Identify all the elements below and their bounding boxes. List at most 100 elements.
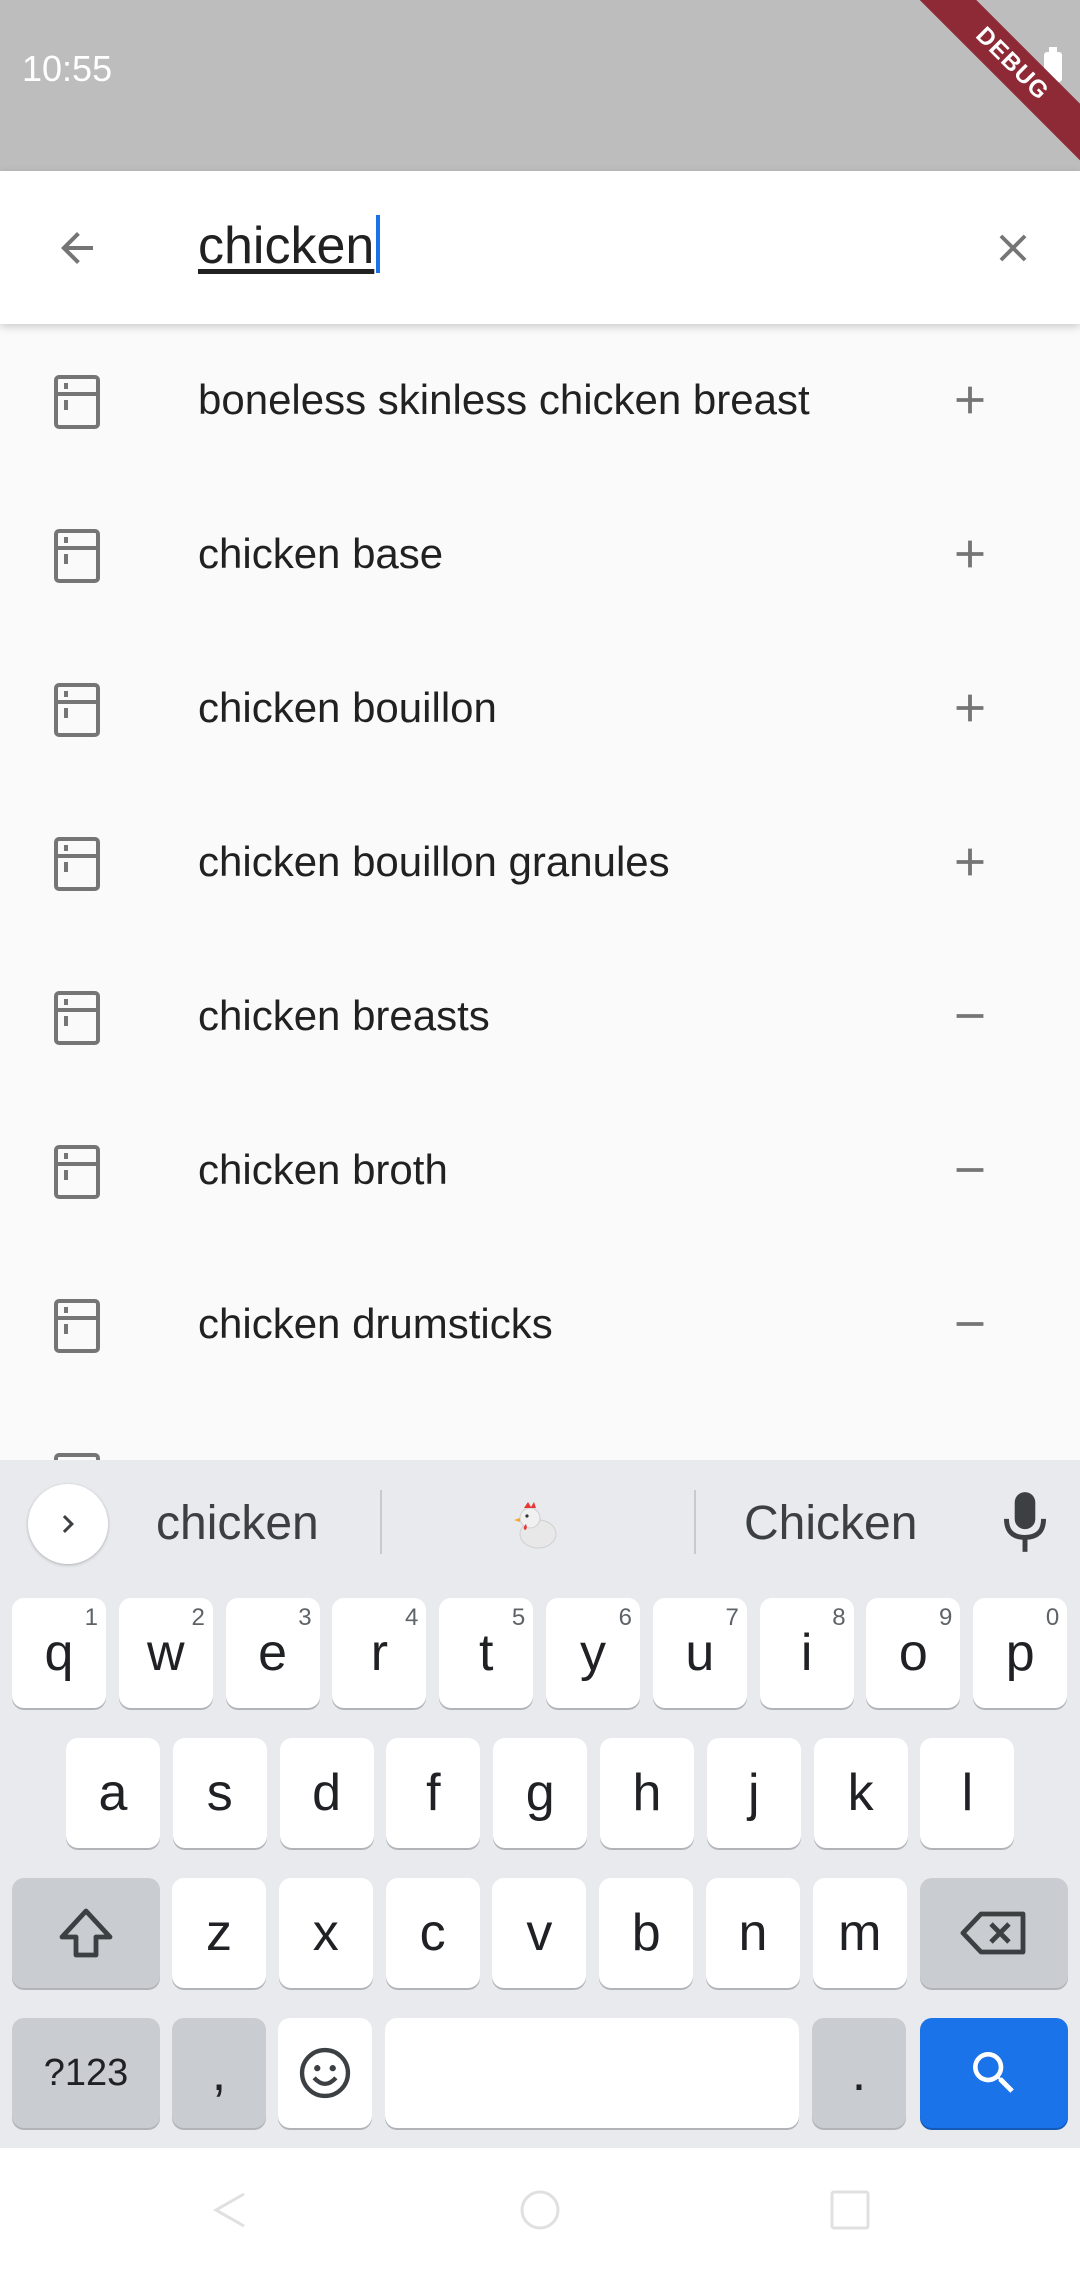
key-label: n <box>738 1904 768 1962</box>
key-label: w <box>147 1624 185 1682</box>
debug-banner: DEBUG <box>905 0 1080 171</box>
key-r[interactable]: r4 <box>332 1598 427 1708</box>
key-hint: 3 <box>298 1604 312 1631</box>
result-row[interactable]: chicken base <box>0 478 1080 632</box>
add-item-button[interactable] <box>940 524 1000 584</box>
keyboard: chicken Chicken q1w2e3r4t5y6u7i8o9p0asdf… <box>0 1460 1080 2148</box>
key-hint: 8 <box>832 1604 846 1631</box>
key-d[interactable]: d <box>279 1738 374 1848</box>
key-y[interactable]: y6 <box>546 1598 640 1708</box>
result-row[interactable]: boneless skinless chicken breast <box>0 324 1080 478</box>
key-b[interactable]: b <box>599 1878 694 1988</box>
key-label: v <box>526 1904 553 1962</box>
key-label: f <box>426 1764 441 1822</box>
result-label: chicken broth <box>198 1146 448 1193</box>
add-item-button[interactable] <box>940 370 1000 430</box>
remove-item-button[interactable] <box>940 986 1000 1046</box>
chicken-emoji-icon[interactable] <box>506 1496 566 1556</box>
emoji-key[interactable] <box>278 2018 372 2128</box>
key-hint: 4 <box>405 1604 419 1631</box>
key-i[interactable]: i8 <box>759 1598 854 1708</box>
key-m[interactable]: m <box>812 1878 907 1988</box>
clear-search-button[interactable] <box>976 211 1050 285</box>
shift-key[interactable] <box>12 1878 160 1988</box>
fridge-icon <box>54 837 100 891</box>
suggestion-2[interactable]: Chicken <box>744 1496 917 1551</box>
key-label: d <box>312 1764 342 1822</box>
key-hint: 9 <box>939 1604 953 1631</box>
key-h[interactable]: h <box>600 1738 694 1848</box>
close-icon <box>999 234 1027 262</box>
result-row[interactable]: chicken drumsticks <box>0 1248 1080 1402</box>
mic-icon[interactable] <box>1000 1488 1050 1558</box>
nav-back-icon[interactable] <box>200 2180 260 2240</box>
result-row[interactable]: chicken broth <box>0 1094 1080 1248</box>
result-label: chicken bouillon granules <box>198 838 670 885</box>
remove-item-button[interactable] <box>940 1140 1000 1200</box>
key-u[interactable]: u7 <box>652 1598 747 1708</box>
suggestion-divider <box>694 1490 696 1554</box>
key-z[interactable]: z <box>172 1878 266 1988</box>
key-n[interactable]: n <box>706 1878 800 1988</box>
key-g[interactable]: g <box>493 1738 588 1848</box>
space-key[interactable] <box>385 2018 799 2128</box>
key-o[interactable]: o9 <box>866 1598 961 1708</box>
nav-recents-icon[interactable] <box>820 2180 880 2240</box>
search-input[interactable]: chicken <box>198 215 381 276</box>
plus-icon <box>956 694 984 722</box>
key-hint: 6 <box>618 1604 632 1631</box>
key-a[interactable]: a <box>66 1738 160 1848</box>
key-v[interactable]: v <box>492 1878 587 1988</box>
key-l[interactable]: l <box>920 1738 1015 1848</box>
period-key[interactable]: . <box>812 2018 906 2128</box>
comma-key[interactable]: , <box>172 2018 266 2128</box>
key-s[interactable]: s <box>172 1738 267 1848</box>
key-label: . <box>851 2044 867 2102</box>
key-p[interactable]: p0 <box>973 1598 1068 1708</box>
key-label: p <box>1005 1624 1035 1682</box>
result-row[interactable]: chicken bouillon granules <box>0 786 1080 940</box>
key-hint: 7 <box>725 1604 739 1631</box>
result-label: boneless skinless chicken breast <box>198 376 810 423</box>
add-item-button[interactable] <box>940 678 1000 738</box>
key-label: c <box>419 1904 446 1962</box>
minus-icon <box>956 1322 984 1326</box>
key-label: u <box>685 1624 715 1682</box>
fridge-icon <box>54 683 100 737</box>
key-w[interactable]: w2 <box>118 1598 213 1708</box>
key-f[interactable]: f <box>386 1738 481 1848</box>
result-row[interactable]: chicken bouillon <box>0 632 1080 786</box>
backspace-key[interactable] <box>920 1878 1068 1988</box>
result-label: chicken base <box>198 530 444 577</box>
result-row[interactable]: chicken breasts <box>0 940 1080 1094</box>
key-label: y <box>580 1624 606 1682</box>
expand-suggestions-button[interactable] <box>28 1484 108 1564</box>
key-e[interactable]: e3 <box>225 1598 320 1708</box>
key-label: m <box>838 1904 882 1962</box>
add-item-button[interactable] <box>940 832 1000 892</box>
key-c[interactable]: c <box>385 1878 480 1988</box>
minus-icon <box>956 1014 984 1018</box>
fridge-icon <box>54 529 100 583</box>
suggestion-1[interactable]: chicken <box>156 1496 319 1551</box>
search-key[interactable] <box>920 2018 1068 2128</box>
key-label: q <box>44 1624 74 1682</box>
key-q[interactable]: q1 <box>12 1598 106 1708</box>
key-label: ?123 <box>43 2051 129 2094</box>
back-button[interactable] <box>40 211 114 285</box>
key-t[interactable]: t5 <box>439 1598 534 1708</box>
emoji-icon <box>299 2047 351 2099</box>
add-item-button[interactable] <box>940 1448 1000 1460</box>
backspace-icon <box>960 1911 1026 1955</box>
key-k[interactable]: k <box>813 1738 908 1848</box>
nav-home-icon[interactable] <box>510 2180 570 2240</box>
key-x[interactable]: x <box>278 1878 373 1988</box>
key-j[interactable]: j <box>706 1738 801 1848</box>
key-label: a <box>98 1764 128 1822</box>
symbols-key[interactable]: ?123 <box>12 2018 160 2128</box>
result-row[interactable]: chicken thighs <box>0 1402 1080 1460</box>
result-label: chicken breasts <box>198 992 490 1039</box>
key-label: e <box>258 1624 288 1682</box>
suggestion-divider <box>380 1490 382 1554</box>
remove-item-button[interactable] <box>940 1294 1000 1354</box>
